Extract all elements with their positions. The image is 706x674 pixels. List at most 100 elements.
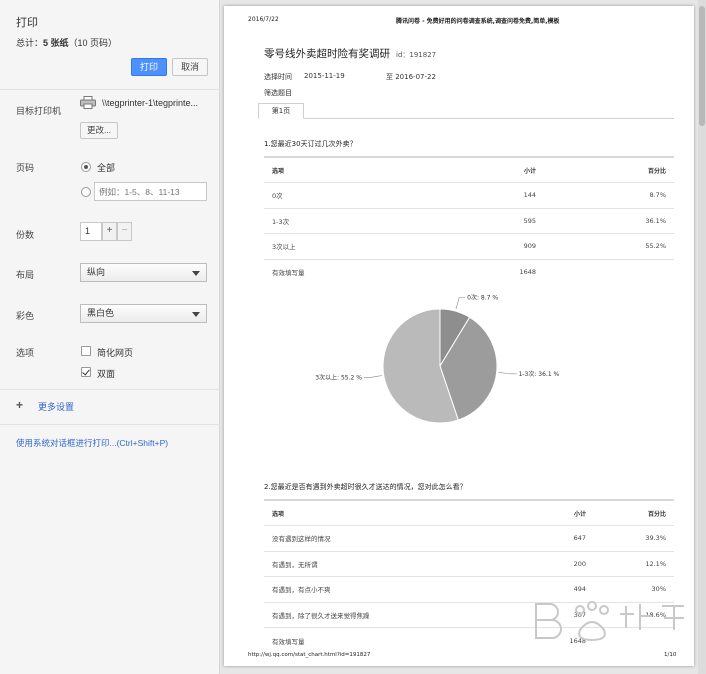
copies-decrement-button[interactable]: − — [117, 222, 132, 241]
copies-label: 份数 — [16, 230, 35, 240]
printer-selector[interactable]: \\tegprinter-1\tegprinte... — [80, 96, 210, 109]
total-summary: 总计：5 张纸（10 页码） — [16, 36, 117, 49]
survey-title-text: 零号线外卖超时险有奖调研 — [264, 48, 390, 60]
cell-count: 647 — [514, 525, 594, 551]
time-start: 2015-11-19 — [304, 72, 345, 80]
copies-increment-button[interactable]: + — [102, 222, 117, 241]
table-row: 有遇到，无所谓 200 12.1% — [264, 550, 674, 577]
cell-pct: 55.2% — [544, 233, 674, 259]
preview-scrollbar[interactable] — [698, 0, 706, 674]
filter-label: 筛选题目 — [264, 89, 292, 97]
pages-range-radio[interactable] — [81, 187, 91, 197]
col-option: 选项 — [264, 499, 514, 526]
print-button[interactable]: 打印 — [131, 58, 167, 76]
total-pages: （10 页码） — [68, 38, 118, 48]
cell-option: 3次以上 — [264, 233, 464, 259]
more-settings-link[interactable]: 更多设置 — [38, 400, 74, 413]
baidu-watermark-icon — [535, 601, 684, 642]
divider — [0, 389, 220, 390]
table-row: 没有遇到这样的情况 647 39.3% — [264, 525, 674, 551]
cell-option: 有遇到，除了很久才送来觉得焦躁 — [264, 601, 514, 628]
scrollbar-thumb[interactable] — [699, 6, 705, 126]
time-end: 至 2016-07-22 — [386, 73, 436, 81]
total-sheets: 5 张纸 — [43, 38, 69, 48]
dropdown-caret-icon — [192, 312, 200, 317]
cancel-button[interactable]: 取消 — [172, 58, 208, 76]
col-count: 小计 — [514, 499, 594, 526]
header-date: 2016/7/22 — [248, 16, 279, 23]
cell-valid-label: 有效填写量 — [264, 258, 464, 285]
simplify-page-label: 简化网页 — [97, 348, 134, 358]
survey-id: id：191827 — [396, 51, 437, 59]
layout-select[interactable]: 纵向 — [80, 263, 207, 282]
preview-page: 2016/7/22 腾讯问卷 - 免费好用的问卷调查系统,调查问卷免费,简单,模… — [224, 6, 694, 666]
cell-count: 144 — [464, 182, 544, 208]
layout-label: 布局 — [16, 270, 35, 280]
cell-valid-label: 有效填写量 — [264, 627, 514, 653]
cell-count: 909 — [464, 233, 544, 259]
divider — [0, 89, 220, 90]
q1-title: 1.您最近30天订过几次外卖？ — [264, 140, 357, 148]
col-option: 选项 — [264, 156, 464, 183]
cell-count: 200 — [514, 550, 594, 577]
q1-table: 选项 小计 百分比 0次 144 8.7% 1-3次 595 36.1% 3次以… — [264, 156, 674, 285]
destination-label: 目标打印机 — [16, 106, 62, 116]
pie-leader-line — [498, 372, 517, 375]
pages-label: 页码 — [16, 163, 35, 173]
divider — [0, 424, 220, 425]
options-label: 选项 — [16, 348, 35, 358]
cell-option: 有遇到，有点小不爽 — [264, 576, 514, 602]
panel-title: 打印 — [16, 17, 38, 29]
q2-title: 2.您最近是否有遇到外卖超时很久才送达的情况，您对此怎么看？ — [264, 483, 467, 491]
table-row: 0次 144 8.7% — [264, 182, 674, 208]
pages-all-label: 全部 — [97, 163, 116, 173]
survey-title: 零号线外卖超时险有奖调研 id：191827 — [264, 46, 436, 61]
pie-leader-line — [363, 375, 382, 378]
cell-pct: 36.1% — [544, 207, 674, 234]
table-header-row: 选项 小计 百分比 — [264, 156, 674, 183]
system-dialog-link[interactable]: 使用系统对话框进行打印...(Ctrl+Shift+P) — [16, 437, 168, 449]
cell-option: 没有遇到这样的情况 — [264, 525, 514, 551]
color-value: 黑白色 — [87, 308, 115, 318]
pie-leader-line — [455, 297, 466, 310]
cell-option: 1-3次 — [264, 207, 464, 234]
pie-slice-label: 1-3次: 36.1 % — [519, 370, 560, 378]
col-pct: 百分比 — [544, 156, 674, 183]
cell-pct: 12.1% — [594, 550, 674, 577]
duplex-checkbox[interactable] — [81, 367, 91, 377]
pie-slice-label: 3次以上: 55.2 % — [315, 374, 362, 382]
total-prefix: 总计： — [16, 38, 44, 48]
cell-count: 595 — [464, 207, 544, 234]
duplex-label: 双面 — [97, 369, 116, 379]
cell-pct: 39.3% — [594, 525, 674, 551]
header-site-title: 腾讯问卷 - 免费好用的问卷调查系统,调查问卷免费,简单,模板 — [396, 18, 560, 25]
printer-icon — [80, 96, 96, 109]
table-row: 3次以上 909 55.2% — [264, 233, 674, 259]
color-label: 彩色 — [16, 311, 35, 321]
print-settings-panel: 打印 总计：5 张纸（10 页码） 打印 取消 目标打印机 \\tegprint… — [0, 0, 220, 674]
layout-value: 纵向 — [87, 267, 106, 277]
dropdown-caret-icon — [192, 271, 200, 276]
col-pct: 百分比 — [594, 499, 674, 526]
q1-pie-chart: 0次: 8.7 % 1-3次: 36.1 % 3次以上: 55.2 % — [315, 294, 560, 424]
pages-range-input[interactable] — [94, 182, 207, 201]
cell-pct: 8.7% — [544, 182, 674, 208]
cell-option: 有遇到，无所谓 — [264, 550, 514, 577]
simplify-page-checkbox[interactable] — [81, 346, 91, 356]
change-printer-button[interactable]: 更改... — [80, 122, 118, 139]
cell-option: 0次 — [264, 182, 464, 208]
footer-url: http://wj.qq.com/stat_chart.html?id=1918… — [248, 652, 371, 658]
copies-input[interactable]: 1 — [80, 222, 102, 241]
tab-page-1: 第1页 — [258, 103, 304, 119]
pie-slice-label: 0次: 8.7 % — [467, 294, 498, 302]
print-preview-area: 2016/7/22 腾讯问卷 - 免费好用的问卷调查系统,调查问卷免费,简单,模… — [220, 0, 706, 674]
col-count: 小计 — [464, 156, 544, 183]
tab-divider — [258, 118, 674, 119]
color-select[interactable]: 黑白色 — [80, 304, 207, 323]
cell-valid-count: 1648 — [464, 258, 544, 285]
table-row: 1-3次 595 36.1% — [264, 207, 674, 234]
time-label: 选择时间 — [264, 73, 292, 81]
plus-icon[interactable]: + — [16, 399, 23, 411]
printer-name: \\tegprinter-1\tegprinte... — [102, 97, 199, 108]
pages-all-radio[interactable] — [81, 162, 91, 172]
